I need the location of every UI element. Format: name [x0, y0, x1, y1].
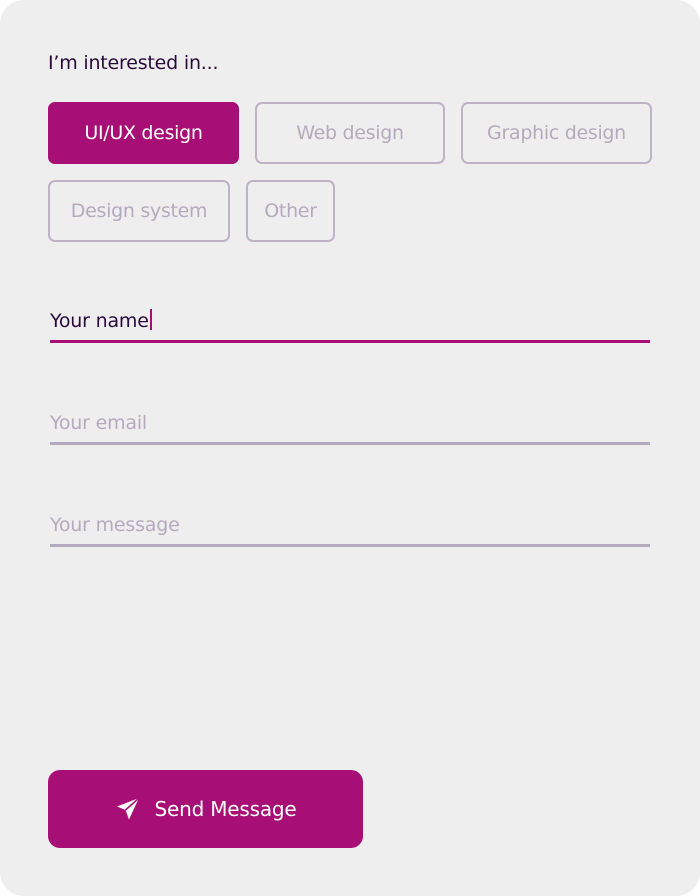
message-field[interactable]: Your message — [50, 507, 650, 547]
interests-heading: I’m interested in... — [48, 52, 219, 74]
name-field-text: Your name — [50, 307, 152, 335]
interest-chip-web-design[interactable]: Web design — [255, 102, 445, 164]
send-message-label: Send Message — [154, 797, 297, 821]
email-field[interactable]: Your email — [50, 405, 650, 445]
contact-form-card: I’m interested in... UI/UX design Web de… — [0, 0, 700, 896]
send-message-button[interactable]: Send Message — [48, 770, 363, 848]
interest-chip-design-system[interactable]: Design system — [48, 180, 230, 242]
interest-chip-other[interactable]: Other — [246, 180, 335, 242]
text-caret — [149, 309, 152, 330]
name-field-value: Your name — [50, 310, 149, 332]
interest-chip-ui-ux-design[interactable]: UI/UX design — [48, 102, 239, 164]
interest-chip-graphic-design[interactable]: Graphic design — [461, 102, 652, 164]
message-field-placeholder: Your message — [50, 514, 180, 536]
paper-plane-icon — [115, 796, 141, 822]
name-field[interactable]: Your name — [50, 303, 650, 343]
email-field-placeholder: Your email — [50, 412, 147, 434]
